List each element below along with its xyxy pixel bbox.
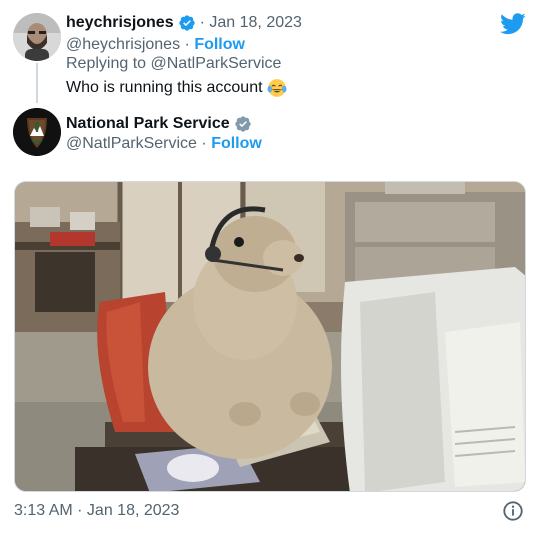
reply-handle-line: @heychrisjones · Follow [66,35,245,55]
author-line: National Park Service [66,114,256,134]
reply-date[interactable]: Jan 18, 2023 [209,13,302,33]
author-handle[interactable]: @NatlParkService [66,135,197,152]
reply-text: Who is running this account [66,79,263,96]
reply-separator: · [199,14,210,31]
tweet-timestamp[interactable]: 3:13 AM · Jan 18, 2023 [14,501,179,521]
twitter-bird-icon[interactable] [500,13,526,35]
author-name[interactable]: National Park Service [66,114,230,134]
replying-to-label[interactable]: Replying to @NatlParkService [66,54,281,74]
reply-text-line: Who is running this account [66,78,287,98]
info-icon[interactable] [502,500,524,522]
author-handle-separator: · [201,135,212,152]
author-handle-line: @NatlParkService · Follow [66,134,262,154]
handle-separator: · [184,36,195,53]
tweet-photo[interactable] [14,181,526,492]
reply-author-handle[interactable]: @heychrisjones [66,36,180,53]
reply-author-name[interactable]: heychrisjones [66,13,174,33]
follow-reply-author-button[interactable]: Follow [194,36,245,53]
follow-author-button[interactable]: Follow [211,135,262,152]
thread-connector-line [36,63,38,103]
reply-author-avatar[interactable] [13,13,61,61]
tweet-embed: heychrisjones · Jan 18, 2023 @heychrisjo… [0,0,543,537]
reply-author-line: heychrisjones · Jan 18, 2023 [66,13,302,33]
face-with-tears-of-joy-icon [267,79,286,97]
author-avatar[interactable] [13,108,61,156]
gray-verified-badge-icon [234,116,251,132]
verified-badge-icon [178,15,195,31]
